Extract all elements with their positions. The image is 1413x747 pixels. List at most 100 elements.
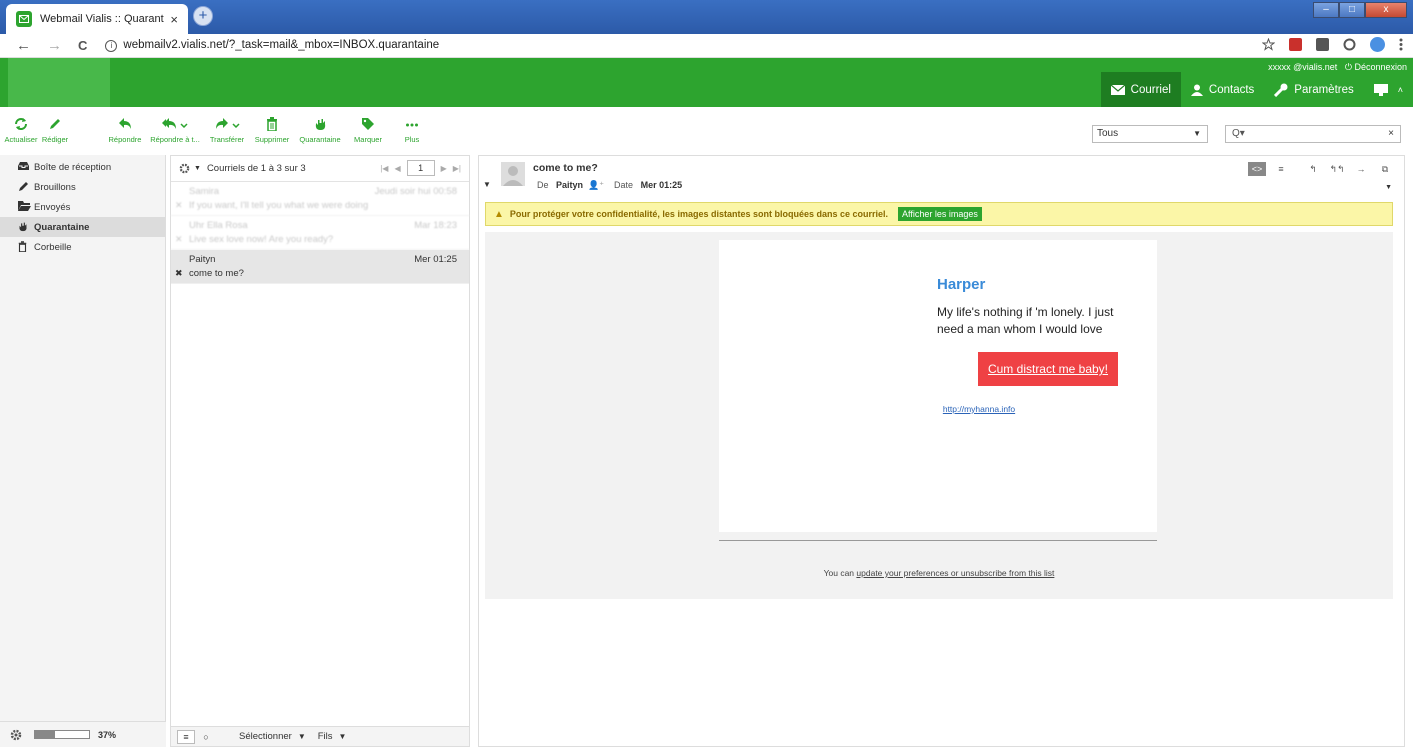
message-row[interactable]: Samira Jeudi soir hui 00:58 ✕ If you wan…: [171, 182, 469, 216]
filter-select[interactable]: Tous ▼: [1092, 125, 1208, 143]
close-icon[interactable]: ✖: [175, 268, 183, 279]
tab-title: Webmail Vialis :: Quarantaine: [40, 13, 164, 25]
email-card: Harper My life's nothing if 'm lonely. I…: [719, 240, 1157, 532]
header-toggle-icon[interactable]: ▼: [483, 180, 491, 189]
window-close-button[interactable]: x: [1365, 2, 1407, 18]
email-cta-button[interactable]: Cum distract me baby!: [978, 352, 1118, 386]
extension-icon[interactable]: [1316, 38, 1329, 51]
unsubscribe-link[interactable]: update your preferences or unsubscribe f…: [856, 568, 1054, 578]
quarantine-button[interactable]: Quarantaine: [296, 117, 344, 144]
first-page-icon[interactable]: |◀: [380, 164, 388, 173]
logo[interactable]: [8, 58, 110, 107]
delete-button[interactable]: Supprimer: [252, 117, 292, 144]
open-window-icon[interactable]: ⧉: [1376, 162, 1394, 176]
avatar: [501, 162, 525, 186]
more-icon: [406, 123, 418, 127]
select-menu[interactable]: Sélectionner: [239, 731, 292, 742]
footer-prefix: You can: [823, 568, 857, 578]
reply-all-button[interactable]: Répondre à t...: [148, 117, 202, 144]
forward-icon[interactable]: →: [1352, 162, 1370, 176]
folder-drafts[interactable]: Brouillons: [0, 177, 165, 197]
browser-menu-icon[interactable]: [1399, 38, 1403, 51]
text-view-icon[interactable]: ≡: [1272, 162, 1290, 176]
new-tab-button[interactable]: +: [193, 6, 213, 26]
forward-mail-button[interactable]: Transférer: [205, 117, 249, 144]
pencil-icon: [50, 119, 60, 129]
message-list: ▼ Courriels de 1 à 3 sur 3 |◀ ◀ 1 ▶ ▶| S…: [170, 155, 470, 747]
reply-button[interactable]: Répondre: [105, 117, 145, 144]
wrench-icon: [1274, 83, 1288, 97]
folder-drafts-label: Brouillons: [34, 181, 76, 193]
close-icon[interactable]: ✕: [175, 200, 183, 211]
minimize-button[interactable]: –: [1313, 2, 1339, 18]
show-images-button[interactable]: Afficher les images: [898, 207, 982, 221]
list-options-gear-icon[interactable]: [179, 163, 190, 174]
display-toggle[interactable]: ˄: [1364, 72, 1413, 107]
menu-parametres[interactable]: Paramètres: [1264, 72, 1363, 107]
chevron-down-icon[interactable]: ▼: [194, 165, 201, 172]
message-preview: ▼ come to me? De Paityn 👤⁺ Date Mer 01:2…: [478, 155, 1405, 747]
chevron-down-icon[interactable]: ▼: [339, 732, 347, 741]
back-button[interactable]: ←: [16, 37, 31, 54]
close-icon[interactable]: ✕: [175, 234, 183, 245]
folder-trash[interactable]: Corbeille: [0, 237, 165, 257]
page-input[interactable]: 1: [406, 160, 435, 176]
search-input[interactable]: Q▾ ×: [1225, 125, 1401, 143]
compose-button[interactable]: Rédiger: [38, 117, 72, 144]
reload-button[interactable]: C: [78, 38, 87, 53]
gear-icon[interactable]: [10, 729, 22, 741]
next-page-icon[interactable]: ▶: [441, 164, 447, 173]
reply-icon[interactable]: ↰: [1304, 162, 1322, 176]
message-count: Courriels de 1 à 3 sur 3: [206, 163, 306, 174]
folder-sent[interactable]: Envoyés: [0, 197, 165, 217]
message-subject: If you want, I'll tell you what we were …: [189, 200, 369, 211]
pager: |◀ ◀ 1 ▶ ▶|: [380, 160, 461, 176]
refresh-button[interactable]: Actualiser: [3, 117, 39, 144]
message-list-footer: ≡ ○ Sélectionner ▼ Fils ▼: [171, 726, 469, 746]
email-heading: Harper: [937, 276, 986, 293]
maximize-button[interactable]: □: [1339, 2, 1365, 18]
more-button[interactable]: Plus: [398, 117, 426, 144]
threads-menu[interactable]: Fils: [318, 731, 333, 742]
tab-close-icon[interactable]: ×: [170, 12, 178, 27]
message-row[interactable]: Uhr Ella Rosa Mar 18:23 ✕ Live sex love …: [171, 216, 469, 250]
quarantine-label: Quarantaine: [299, 135, 341, 144]
prev-page-icon[interactable]: ◀: [394, 164, 400, 173]
search-options-icon[interactable]: Q▾: [1232, 128, 1245, 139]
list-view-icon[interactable]: ≡: [177, 729, 195, 744]
star-icon[interactable]: [1262, 38, 1275, 51]
folder-quarantine[interactable]: Quarantaine: [0, 217, 165, 237]
email-link[interactable]: http://myhanna.info: [719, 404, 1157, 414]
profile-avatar-icon[interactable]: [1370, 37, 1385, 52]
sender-name[interactable]: Paityn: [556, 180, 583, 190]
reply-all-icon[interactable]: ↰↰: [1328, 162, 1346, 176]
logout-link[interactable]: ⏻ Déconnexion: [1345, 62, 1407, 72]
circle-extension-icon[interactable]: [1343, 38, 1356, 51]
site-info-icon[interactable]: i: [105, 40, 118, 52]
message-from: Samira: [189, 186, 220, 197]
pdf-extension-icon[interactable]: [1289, 38, 1302, 51]
chevron-down-icon: ▼: [1193, 129, 1201, 138]
add-contact-icon[interactable]: 👤⁺: [586, 180, 612, 190]
thread-view-icon[interactable]: ○: [197, 730, 215, 744]
menu-courriel[interactable]: Courriel: [1100, 72, 1181, 107]
folder-inbox[interactable]: Boîte de réception: [0, 157, 165, 177]
reply-label: Répondre: [108, 135, 142, 144]
message-row[interactable]: Paityn Mer 01:25 ✖ come to me?: [171, 250, 469, 284]
forward-button[interactable]: →: [47, 37, 62, 54]
html-view-icon[interactable]: <>: [1248, 162, 1266, 176]
search-clear-icon[interactable]: ×: [1388, 126, 1394, 142]
last-page-icon[interactable]: ▶|: [453, 164, 461, 173]
hand-icon: [315, 119, 325, 130]
date-label: Date: [614, 180, 634, 190]
menu-contacts[interactable]: Contacts: [1181, 72, 1264, 107]
chevron-down-icon[interactable]: ▼: [298, 732, 306, 741]
url-field[interactable]: i webmailv2.vialis.net/?_task=mail&_mbox=…: [105, 39, 439, 52]
mark-label: Marquer: [354, 135, 382, 144]
mark-button[interactable]: Marquer: [350, 117, 386, 144]
folder-sent-label: Envoyés: [34, 201, 71, 213]
message-from: Paityn: [189, 254, 216, 265]
more-headers-icon[interactable]: ▼: [1385, 184, 1392, 191]
message-subject: Live sex love now! Are you ready?: [189, 234, 334, 245]
browser-tab[interactable]: Webmail Vialis :: Quarantaine ×: [6, 4, 188, 34]
